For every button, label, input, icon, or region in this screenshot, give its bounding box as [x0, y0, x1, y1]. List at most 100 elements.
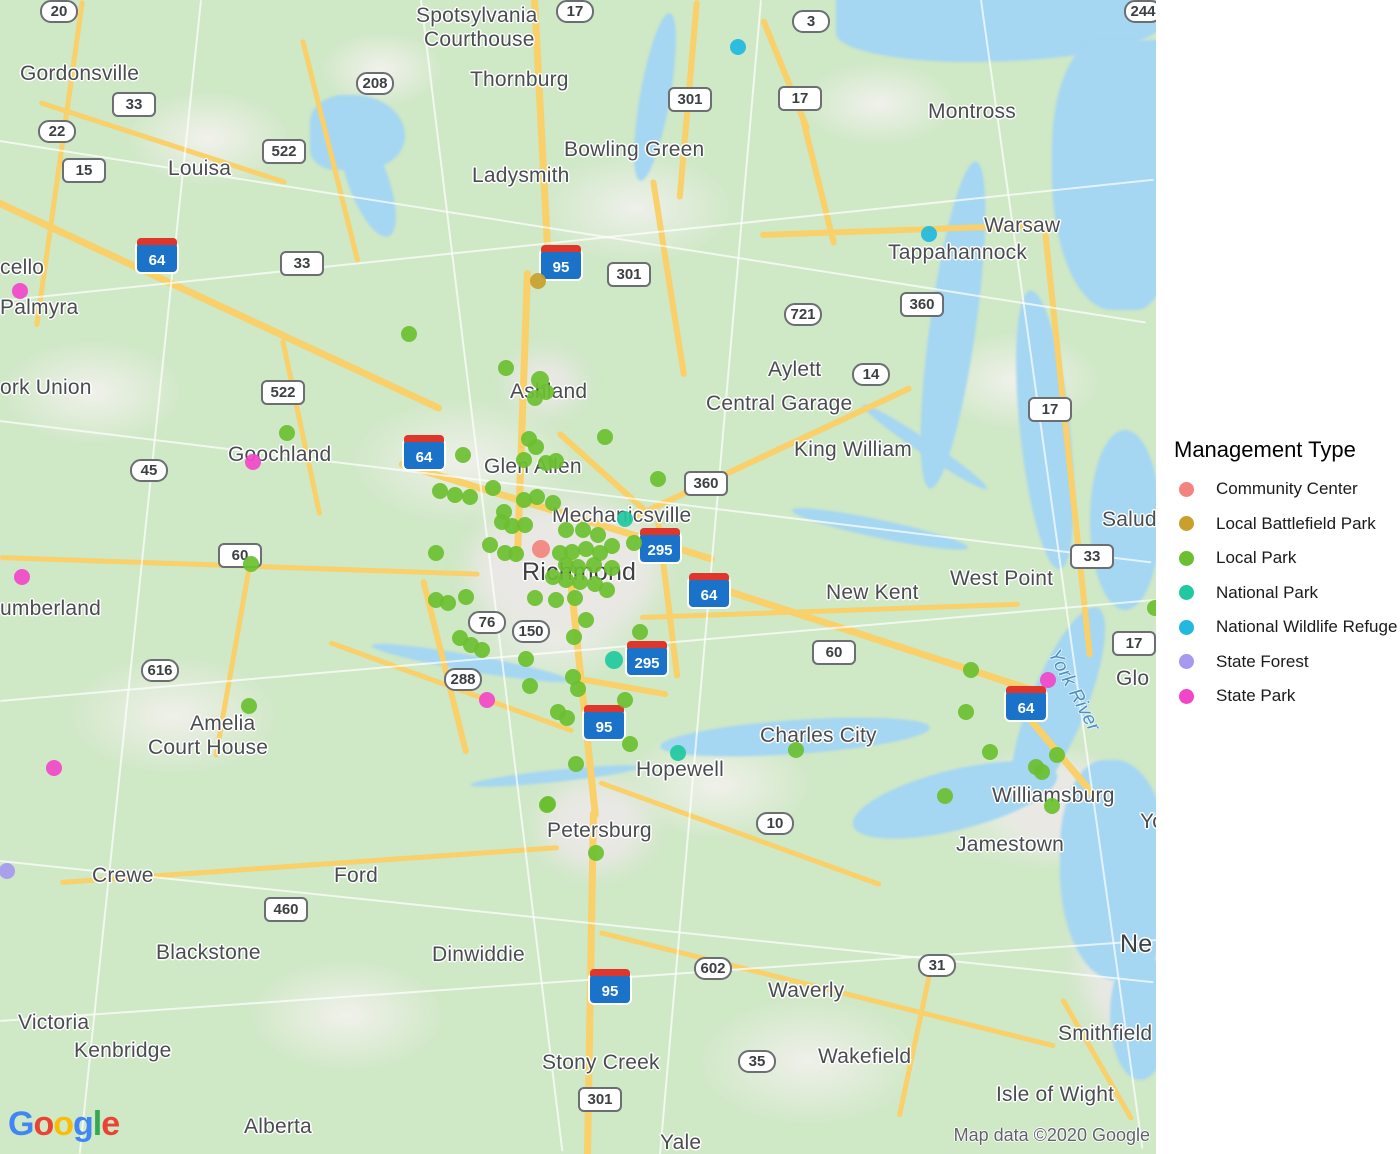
legend-item[interactable]: Local Battlefield Park [1174, 507, 1400, 542]
map-marker[interactable] [458, 589, 474, 605]
map-marker[interactable] [46, 760, 62, 776]
map-marker[interactable] [937, 788, 953, 804]
legend-item[interactable]: Community Center [1174, 472, 1400, 507]
place-label: Warsaw [984, 214, 1061, 237]
map-marker[interactable] [1147, 600, 1156, 616]
map-marker[interactable] [462, 489, 478, 505]
map-marker[interactable] [567, 590, 583, 606]
map-marker[interactable] [245, 454, 261, 470]
map-marker[interactable] [479, 692, 495, 708]
map-marker[interactable] [440, 595, 456, 611]
map-marker[interactable] [241, 698, 257, 714]
map-marker[interactable] [532, 540, 550, 558]
place-label: Central Garage [706, 392, 853, 415]
map-marker[interactable] [586, 557, 602, 573]
map-marker[interactable] [1034, 764, 1050, 780]
map-marker[interactable] [588, 845, 604, 861]
route-shield-sr: 35 [738, 1050, 776, 1073]
route-number: 60 [825, 644, 843, 661]
map-marker[interactable] [622, 736, 638, 752]
route-number: 295 [647, 541, 673, 559]
map-marker[interactable] [617, 692, 633, 708]
map-marker[interactable] [788, 742, 804, 758]
legend-item[interactable]: National Wildlife Refuge [1174, 610, 1400, 645]
map-marker[interactable] [548, 453, 564, 469]
map-marker[interactable] [599, 582, 615, 598]
map-marker[interactable] [528, 439, 544, 455]
map-marker[interactable] [401, 326, 417, 342]
map-marker[interactable] [578, 612, 594, 628]
map-marker[interactable] [963, 662, 979, 678]
map-marker[interactable] [1044, 798, 1060, 814]
map-marker[interactable] [432, 483, 448, 499]
map-marker[interactable] [1049, 747, 1065, 763]
map-marker[interactable] [529, 489, 545, 505]
map-marker[interactable] [590, 527, 606, 543]
legend-item[interactable]: State Forest [1174, 645, 1400, 680]
map-marker[interactable] [559, 710, 575, 726]
google-logo[interactable]: Google [8, 1105, 120, 1144]
map-marker[interactable] [921, 226, 937, 242]
map-marker[interactable] [527, 590, 543, 606]
map-marker[interactable] [568, 756, 584, 772]
map-marker[interactable] [570, 559, 586, 575]
map-marker[interactable] [485, 480, 501, 496]
map-marker[interactable] [530, 273, 546, 289]
place-label: Yo [1140, 810, 1156, 833]
route-shield-sr: 288 [444, 668, 482, 691]
route-shield-i: 64 [689, 573, 729, 607]
map-marker[interactable] [570, 681, 586, 697]
map-marker[interactable] [958, 704, 974, 720]
place-label: Crewe [92, 864, 154, 887]
place-label: Hopewell [636, 758, 724, 781]
map-marker[interactable] [670, 745, 686, 761]
map-canvas[interactable]: 20 33 22 15 208 522 17 3 301 17 244 64 33 95 301 721 360… [0, 0, 1156, 1154]
map-marker[interactable] [517, 517, 533, 533]
legend-item-label: National Wildlife Refuge [1216, 617, 1398, 637]
map-marker[interactable] [508, 546, 524, 562]
route-shield-sr: 3 [792, 10, 830, 33]
map-marker[interactable] [730, 39, 746, 55]
map-marker[interactable] [558, 522, 574, 538]
map-marker[interactable] [604, 538, 620, 554]
map-marker[interactable] [539, 797, 555, 813]
legend-item[interactable]: Local Park [1174, 541, 1400, 576]
route-shield-us: 60 [812, 640, 856, 665]
route-shield-sr: 45 [130, 459, 168, 482]
route-shield-sr: 616 [141, 659, 179, 682]
map-marker[interactable] [632, 624, 648, 640]
route-shield-i: 95 [590, 969, 630, 1003]
map-marker[interactable] [617, 511, 633, 527]
map-marker[interactable] [545, 495, 561, 511]
map-marker[interactable] [626, 535, 642, 551]
map-marker[interactable] [522, 678, 538, 694]
map-marker[interactable] [527, 390, 543, 406]
map-marker[interactable] [498, 360, 514, 376]
map-marker[interactable] [474, 642, 490, 658]
map-marker[interactable] [605, 651, 623, 669]
map-marker[interactable] [14, 569, 30, 585]
map-marker[interactable] [518, 651, 534, 667]
map-marker[interactable] [566, 629, 582, 645]
map-marker[interactable] [575, 522, 591, 538]
map-marker[interactable] [482, 537, 498, 553]
map-marker[interactable] [428, 545, 444, 561]
map-marker[interactable] [455, 447, 471, 463]
map-marker[interactable] [572, 574, 588, 590]
map-marker[interactable] [243, 556, 259, 572]
map-marker[interactable] [548, 592, 564, 608]
map-marker[interactable] [982, 744, 998, 760]
map-marker[interactable] [279, 425, 295, 441]
map-marker[interactable] [604, 560, 620, 576]
map-marker[interactable] [12, 283, 28, 299]
route-shield-i: 64 [137, 238, 177, 272]
place-label: West Point [950, 567, 1054, 590]
map-marker[interactable] [516, 452, 532, 468]
legend-item[interactable]: State Park [1174, 679, 1400, 714]
map-marker[interactable] [1040, 672, 1056, 688]
map-marker[interactable] [447, 487, 463, 503]
legend-item[interactable]: National Park [1174, 576, 1400, 611]
map-marker[interactable] [597, 429, 613, 445]
map-marker[interactable] [650, 471, 666, 487]
place-label: Ford [334, 864, 378, 887]
